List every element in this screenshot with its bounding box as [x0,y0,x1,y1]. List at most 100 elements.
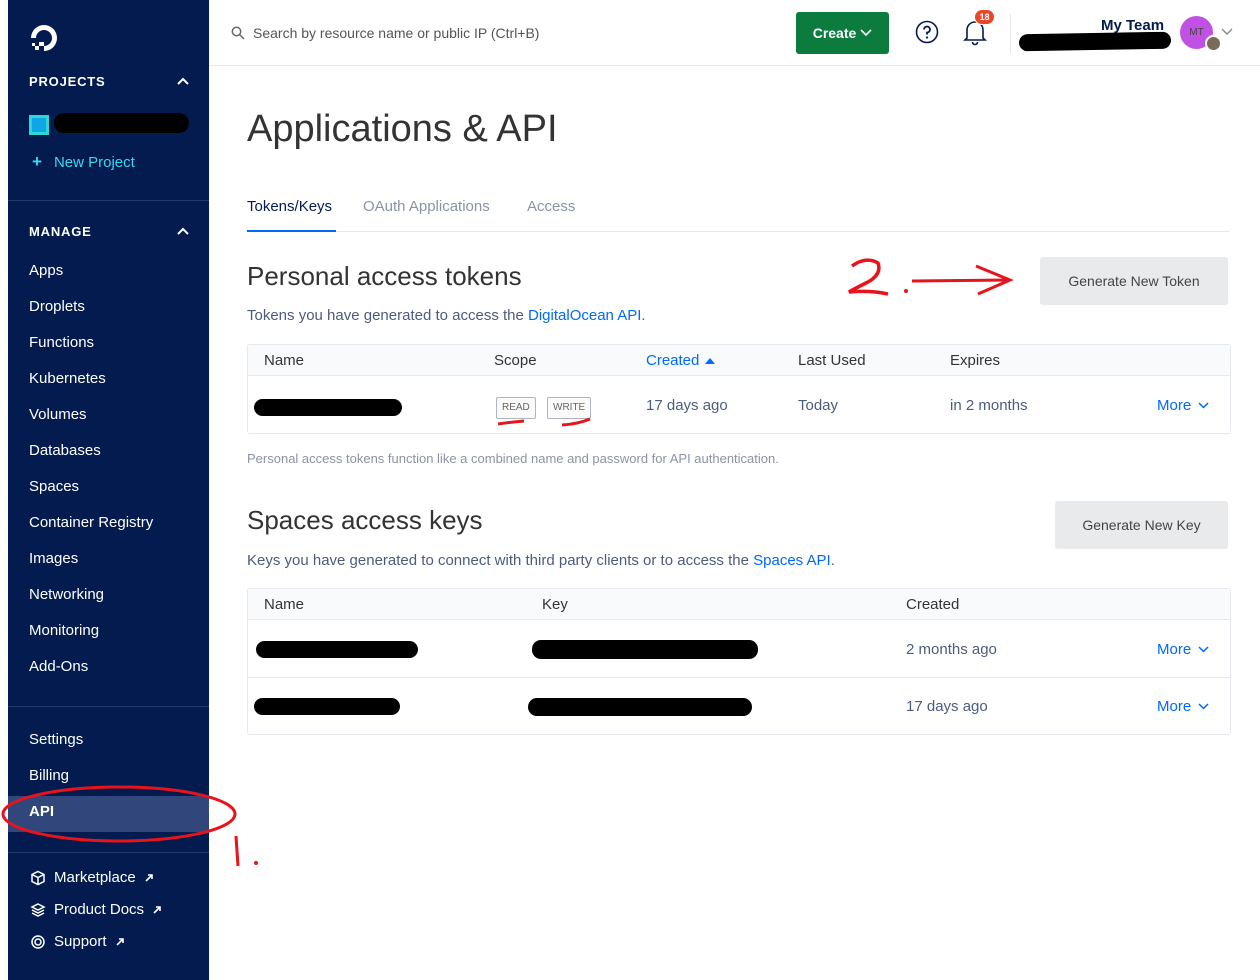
column-header-name[interactable]: Name [264,352,304,369]
key-value-redacted [532,640,758,659]
create-label: Create [812,25,857,41]
sidebar-item-databases[interactable]: Databases [29,439,101,463]
tab-tokens-keys[interactable]: Tokens/Keys [247,198,332,215]
sidebar-item-settings[interactable]: Settings [29,728,83,752]
chevron-down-icon[interactable] [1221,28,1233,36]
annotation-arrow-head [975,264,1014,296]
sidebar-item-api[interactable]: API [29,800,54,824]
chevron-up-icon[interactable] [176,76,190,86]
spaces-api-link[interactable]: Spaces API [753,552,831,569]
generate-new-token-button[interactable]: Generate New Token [1040,257,1228,305]
search-icon [231,26,245,40]
column-header-expires[interactable]: Expires [950,352,1000,369]
sidebar-divider [8,200,209,201]
annotation-step-2-label: 2. [850,293,852,295]
search-input[interactable] [253,20,733,46]
projects-header: PROJECTS [29,74,106,89]
table-row: 2 months ago More [248,621,1230,678]
sidebar-item-billing[interactable]: Billing [29,764,69,788]
column-header-scope[interactable]: Scope [494,352,537,369]
sidebar-item-images[interactable]: Images [29,547,78,571]
sidebar-divider [8,706,209,707]
key-more-button[interactable]: More [1157,698,1209,715]
key-name-redacted [254,698,400,715]
sidebar-divider [8,852,209,853]
notification-badge: 18 [974,9,995,25]
column-header-created[interactable]: Created [646,352,716,369]
column-header-last-used[interactable]: Last Used [798,352,866,369]
chevron-down-icon [1198,646,1209,653]
digitalocean-logo-icon[interactable] [28,22,60,54]
sidebar-item-marketplace[interactable]: Marketplace [30,869,154,886]
annotation-step-1-label: 1. [226,865,228,867]
column-header-name[interactable]: Name [264,596,304,613]
tab-access[interactable]: Access [527,198,575,215]
column-header-key[interactable]: Key [542,596,568,613]
token-created: 17 days ago [646,397,728,414]
external-link-icon [153,905,161,914]
token-more-button[interactable]: More [1157,397,1209,414]
token-name-redacted [254,399,402,416]
sort-ascending-icon [705,357,716,364]
key-name-redacted [256,641,418,658]
sidebar-item-add-ons[interactable]: Add-Ons [29,655,88,679]
tab-divider [247,231,1230,232]
sidebar-item-droplets[interactable]: Droplets [29,295,85,319]
product-docs-label: Product Docs [54,901,145,918]
table-header: Name Key Created [248,589,1230,620]
created-header-label: Created [646,352,700,369]
manage-header: MANAGE [29,224,92,239]
project-icon[interactable] [29,115,49,135]
chevron-up-icon[interactable] [176,226,190,236]
scope-read-badge: READ [496,397,536,419]
sidebar-item-monitoring[interactable]: Monitoring [29,619,99,643]
page-title: Applications & API [247,108,558,150]
generate-new-key-button[interactable]: Generate New Key [1055,501,1228,549]
annotation-step-1-stroke [234,835,240,867]
sidebar-item-kubernetes[interactable]: Kubernetes [29,367,106,391]
tab-oauth-applications[interactable]: OAuth Applications [363,198,490,215]
help-icon[interactable] [915,20,939,44]
create-button[interactable]: Create [796,12,889,54]
marketplace-label: Marketplace [54,869,136,886]
sidebar-item-spaces[interactable]: Spaces [29,475,79,499]
top-bar: Create 18 My Team MT [209,0,1260,66]
tokens-note: Personal access tokens function like a c… [247,451,779,466]
sidebar-item-apps[interactable]: Apps [29,259,63,283]
chevron-down-icon [860,29,872,37]
new-project-link[interactable]: + New Project [32,152,135,172]
new-project-label: New Project [53,154,135,171]
sidebar-item-product-docs[interactable]: Product Docs [30,901,162,918]
sidebar-item-support[interactable]: Support [30,933,125,950]
annotation-step-2-dot [904,289,908,293]
key-created: 2 months ago [906,641,997,658]
annotation-step-2-stroke [848,258,889,296]
table-row: 17 days ago More [248,679,1230,736]
tokens-desc-text: Tokens you have generated to access the [247,307,529,324]
column-header-created[interactable]: Created [906,596,959,613]
more-label: More [1157,698,1192,715]
layers-icon [30,902,46,917]
spaces-description: Keys you have generated to connect with … [247,552,835,569]
sidebar-item-container-registry[interactable]: Container Registry [29,511,153,535]
spaces-desc-text: Keys you have generated to connect with … [247,552,754,569]
cube-icon [31,870,45,885]
user-avatar-mini [1205,35,1222,52]
project-name-redacted[interactable] [54,113,189,133]
sidebar-item-volumes[interactable]: Volumes [29,403,87,427]
plus-icon: + [32,152,42,171]
sidebar: PROJECTS + New Project MANAGE Apps Drople… [0,0,209,980]
spaces-desc-suffix: . [830,552,835,569]
sidebar-item-networking[interactable]: Networking [29,583,104,607]
external-link-icon [145,873,153,882]
tokens-desc-suffix: . [641,307,646,324]
annotation-arrow-shaft [911,278,1011,283]
table-row: READ WRITE 17 days ago Today in 2 months… [248,377,1230,434]
digitalocean-api-link[interactable]: DigitalOcean API [528,307,641,324]
tokens-section-title: Personal access tokens [247,261,522,291]
key-more-button[interactable]: More [1157,641,1209,658]
sidebar-item-functions[interactable]: Functions [29,331,94,355]
active-tab-indicator [247,230,336,232]
token-expires: in 2 months [950,397,1028,414]
topbar-separator [1010,14,1011,54]
